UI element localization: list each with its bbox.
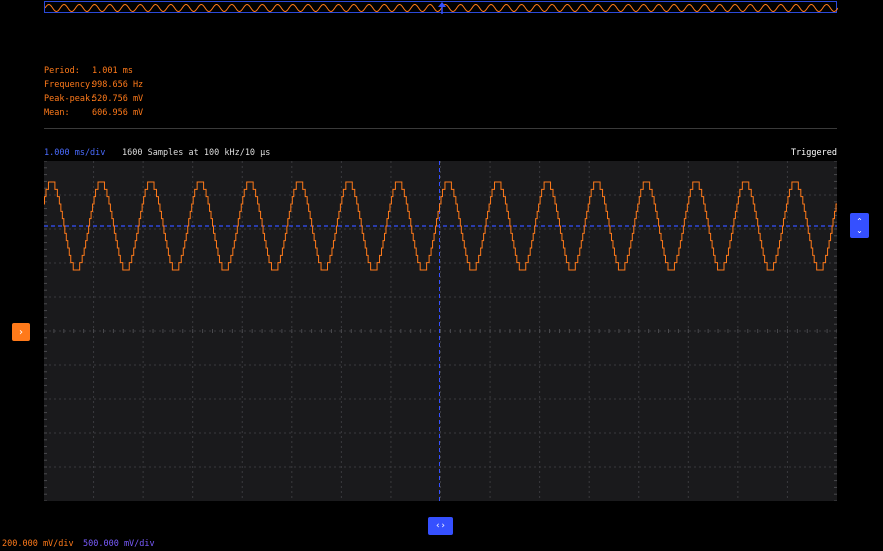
chevron-right-icon: › (19, 326, 23, 338)
channel-offset-handle[interactable]: › (12, 323, 30, 341)
measurements-panel: Period: 1.001 ms Frequency:998.656 Hz Pea… (44, 64, 143, 120)
peakpeak-label: Peak-peak: (44, 94, 96, 104)
period-value: 1.001 ms (92, 66, 133, 76)
mean-label: Mean: (44, 108, 70, 118)
waveform-overview[interactable] (44, 1, 838, 14)
samples-label: 1600 Samples at 100 kHz/10 µs (122, 148, 271, 158)
period-row: Period: 1.001 ms (44, 64, 143, 78)
frequency-row: Frequency:998.656 Hz (44, 78, 143, 92)
peakpeak-row: Peak-peak:520.756 mV (44, 92, 143, 106)
trigger-level-handle[interactable]: ⌃ ⌄ (850, 213, 869, 238)
frequency-label: Frequency: (44, 80, 96, 90)
trigger-status: Triggered (790, 148, 837, 158)
plot-canvas (44, 161, 837, 501)
section-divider (44, 128, 837, 129)
time-position-handle[interactable]: ‹ › (428, 517, 453, 535)
scope-plot[interactable] (44, 161, 837, 501)
timebase-label: 1.000 ms/div (44, 148, 106, 158)
overview-trace (45, 2, 838, 14)
chevron-up-icon: ⌃ (856, 216, 863, 226)
mean-row: Mean: 606.956 mV (44, 106, 143, 120)
mean-value: 606.956 mV (92, 108, 144, 118)
chevron-down-icon: ⌄ (856, 225, 863, 235)
frequency-value: 998.656 Hz (92, 80, 144, 90)
channel1-scale: 200.000 mV/div (2, 539, 74, 549)
period-label: Period: (44, 66, 80, 76)
chevron-left-right-icon: ‹ › (436, 521, 445, 531)
oscilloscope-app: Period: 1.001 ms Frequency:998.656 Hz Pea… (0, 0, 883, 551)
peakpeak-value: 520.756 mV (92, 94, 144, 104)
channel2-scale: 500.000 mV/div (83, 539, 155, 549)
